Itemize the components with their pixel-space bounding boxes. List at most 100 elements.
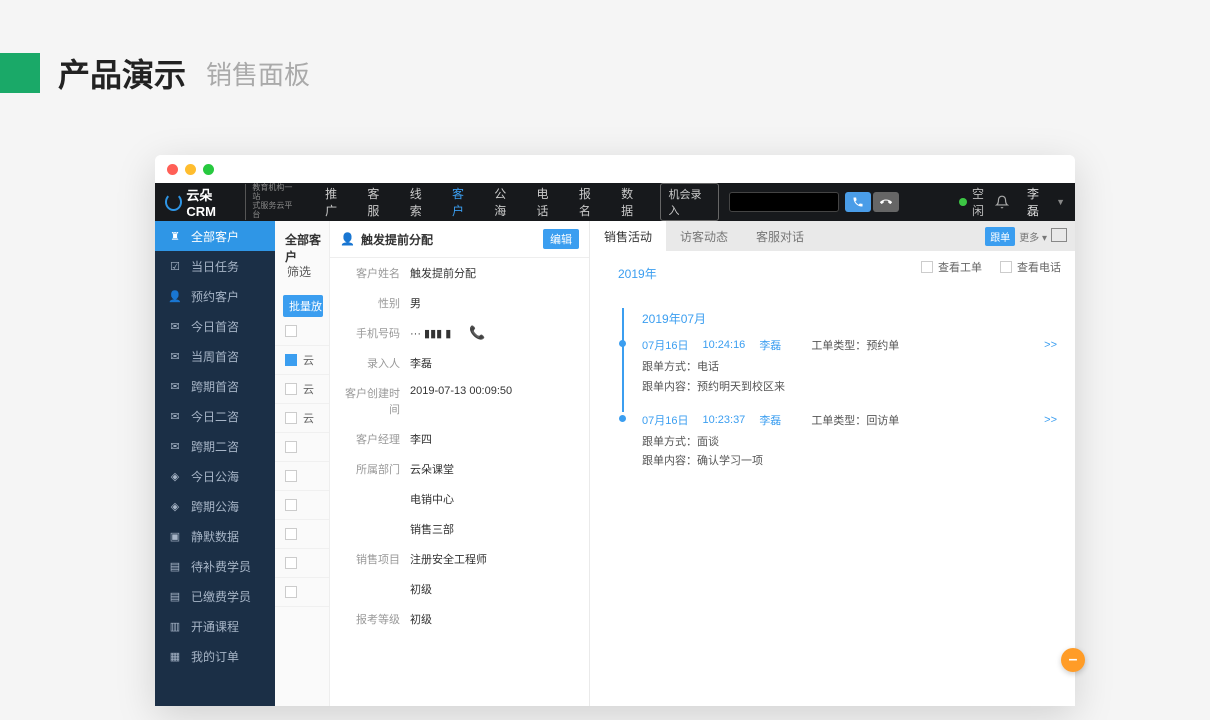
more-dropdown[interactable]: 更多 ▾ <box>1019 229 1047 244</box>
field-value: 男 <box>410 295 577 311</box>
nav-promotion[interactable]: 推广 <box>316 183 356 221</box>
timeline-year: 2019年 <box>590 265 1075 290</box>
edit-button[interactable]: 编辑 <box>543 229 579 249</box>
checkbox[interactable] <box>285 528 297 540</box>
sidebar-item-orders[interactable]: ▦ 我的订单 <box>155 641 275 671</box>
checkbox[interactable] <box>285 499 297 511</box>
top-navbar: 云朵CRM 教育机构一站 式服务云平台 推广 客服 线索 客户 公海 电话 报名… <box>155 183 1075 221</box>
list-row[interactable] <box>275 491 329 520</box>
nav-public[interactable]: 公海 <box>485 183 525 221</box>
sidebar-item-cross-public[interactable]: ◈ 跨期公海 <box>155 491 275 521</box>
tab-visitor-activity[interactable]: 访客动态 <box>666 221 742 251</box>
field-value: ··· ▮▮▮ ▮📞 <box>410 325 577 341</box>
call-button[interactable] <box>845 192 871 212</box>
list-row[interactable] <box>275 578 329 607</box>
user-icon: ♜ <box>169 230 181 243</box>
chat-icon: ✉ <box>169 350 181 363</box>
field-value: 初级 <box>410 611 577 627</box>
expand-button[interactable]: >> <box>1044 339 1057 351</box>
detail-header: 👤 触发提前分配 编辑 <box>330 221 589 258</box>
user-name[interactable]: 李磊 <box>1027 185 1050 219</box>
field-value: 2019-07-13 00:09:50 <box>410 385 577 417</box>
logo-subtitle: 教育机构一站 式服务云平台 <box>245 184 298 219</box>
bell-icon[interactable] <box>995 195 1009 209</box>
field-label <box>342 581 410 597</box>
chat-icon: ✉ <box>169 380 181 393</box>
sidebar-item-week-first[interactable]: ✉ 当周首咨 <box>155 341 275 371</box>
checkbox[interactable] <box>285 325 297 337</box>
batch-button[interactable]: 批量放 <box>283 295 323 317</box>
list-row[interactable] <box>275 549 329 578</box>
sidebar-item-cross-second[interactable]: ✉ 跨期二咨 <box>155 431 275 461</box>
hangup-button[interactable] <box>873 192 899 212</box>
list-row[interactable]: 云 <box>275 375 329 404</box>
sidebar-item-label: 已缴费学员 <box>191 588 251 605</box>
user-dropdown-icon[interactable]: ▼ <box>1056 197 1065 207</box>
event-type: 工单类型：预约单 <box>811 337 899 353</box>
sidebar-item-pending-fee[interactable]: ▤ 待补费学员 <box>155 551 275 581</box>
checkbox[interactable] <box>285 557 297 569</box>
checkbox[interactable] <box>285 354 297 366</box>
sidebar-item-cross-first[interactable]: ✉ 跨期首咨 <box>155 371 275 401</box>
window-maximize-icon[interactable] <box>203 164 214 175</box>
sidebar-item-silent-data[interactable]: ▣ 静默数据 <box>155 521 275 551</box>
entry-button[interactable]: 机会录入 <box>660 183 718 221</box>
nav-phone[interactable]: 电话 <box>528 183 568 221</box>
checkbox[interactable] <box>285 586 297 598</box>
nav-leads[interactable]: 线索 <box>401 183 441 221</box>
nav-service[interactable]: 客服 <box>358 183 398 221</box>
tab-service-chat[interactable]: 客服对话 <box>742 221 818 251</box>
nav-customers[interactable]: 客户 <box>443 183 483 221</box>
field-label: 销售项目 <box>342 551 410 567</box>
field-value: 李四 <box>410 431 577 447</box>
expand-button[interactable]: >> <box>1044 414 1057 426</box>
activity-panel: 销售活动 访客动态 客服对话 跟单 更多 ▾ 查看工单 查看电话 2019年 <box>590 221 1075 706</box>
search-input[interactable] <box>729 192 840 212</box>
field-label <box>342 491 410 507</box>
sidebar-item-label: 当周首咨 <box>191 348 239 365</box>
list-row[interactable]: 云 <box>275 404 329 433</box>
app-window: 云朵CRM 教育机构一站 式服务云平台 推广 客服 线索 客户 公海 电话 报名… <box>155 155 1075 706</box>
field-value: 注册安全工程师 <box>410 551 577 567</box>
window-close-icon[interactable] <box>167 164 178 175</box>
float-minus-button[interactable]: – <box>1061 648 1085 672</box>
customer-detail: 👤 触发提前分配 编辑 客户姓名触发提前分配 性别男 手机号码··· ▮▮▮ ▮… <box>330 221 590 706</box>
field-value: 销售三部 <box>410 521 577 537</box>
followup-button[interactable]: 跟单 <box>985 227 1015 246</box>
checkbox[interactable] <box>285 441 297 453</box>
sidebar-item-appointments[interactable]: 👤 预约客户 <box>155 281 275 311</box>
checkbox[interactable] <box>285 383 297 395</box>
detail-title: 触发提前分配 <box>361 231 433 248</box>
page-header: 产品演示 销售面板 <box>0 0 1210 126</box>
sidebar-item-all-customers[interactable]: ♜ 全部客户 <box>155 221 275 251</box>
list-row[interactable] <box>275 520 329 549</box>
chat-icon: ✉ <box>169 440 181 453</box>
checkbox[interactable] <box>285 412 297 424</box>
sidebar-item-label: 我的订单 <box>191 648 239 665</box>
checkbox[interactable] <box>285 470 297 482</box>
tab-sales-activity[interactable]: 销售活动 <box>590 221 666 251</box>
event-body: 跟单方式：面谈 跟单内容：确认学习一项 <box>642 428 1057 473</box>
nav-data[interactable]: 数据 <box>612 183 652 221</box>
title-accent-block <box>0 53 40 93</box>
window-icon[interactable] <box>1053 230 1067 242</box>
field-label: 性别 <box>342 295 410 311</box>
phone-icon[interactable]: 📞 <box>469 325 485 340</box>
sidebar-item-paid[interactable]: ▤ 已缴费学员 <box>155 581 275 611</box>
window-minimize-icon[interactable] <box>185 164 196 175</box>
list-row[interactable] <box>275 317 329 346</box>
sidebar-item-courses[interactable]: ▥ 开通课程 <box>155 611 275 641</box>
sidebar-item-today-public[interactable]: ◈ 今日公海 <box>155 461 275 491</box>
logo-icon <box>165 193 182 211</box>
nav-signup[interactable]: 报名 <box>570 183 610 221</box>
order-icon: ▦ <box>169 650 181 663</box>
book-icon: ▥ <box>169 620 181 633</box>
sidebar-item-daily-tasks[interactable]: ☑ 当日任务 <box>155 251 275 281</box>
list-row[interactable] <box>275 462 329 491</box>
sidebar-item-today-first[interactable]: ✉ 今日首咨 <box>155 311 275 341</box>
event-type: 工单类型：回访单 <box>811 412 899 428</box>
list-row[interactable]: 云 <box>275 346 329 375</box>
list-row[interactable] <box>275 433 329 462</box>
sidebar-item-today-second[interactable]: ✉ 今日二咨 <box>155 401 275 431</box>
event-time: 10:23:37 <box>702 414 745 426</box>
